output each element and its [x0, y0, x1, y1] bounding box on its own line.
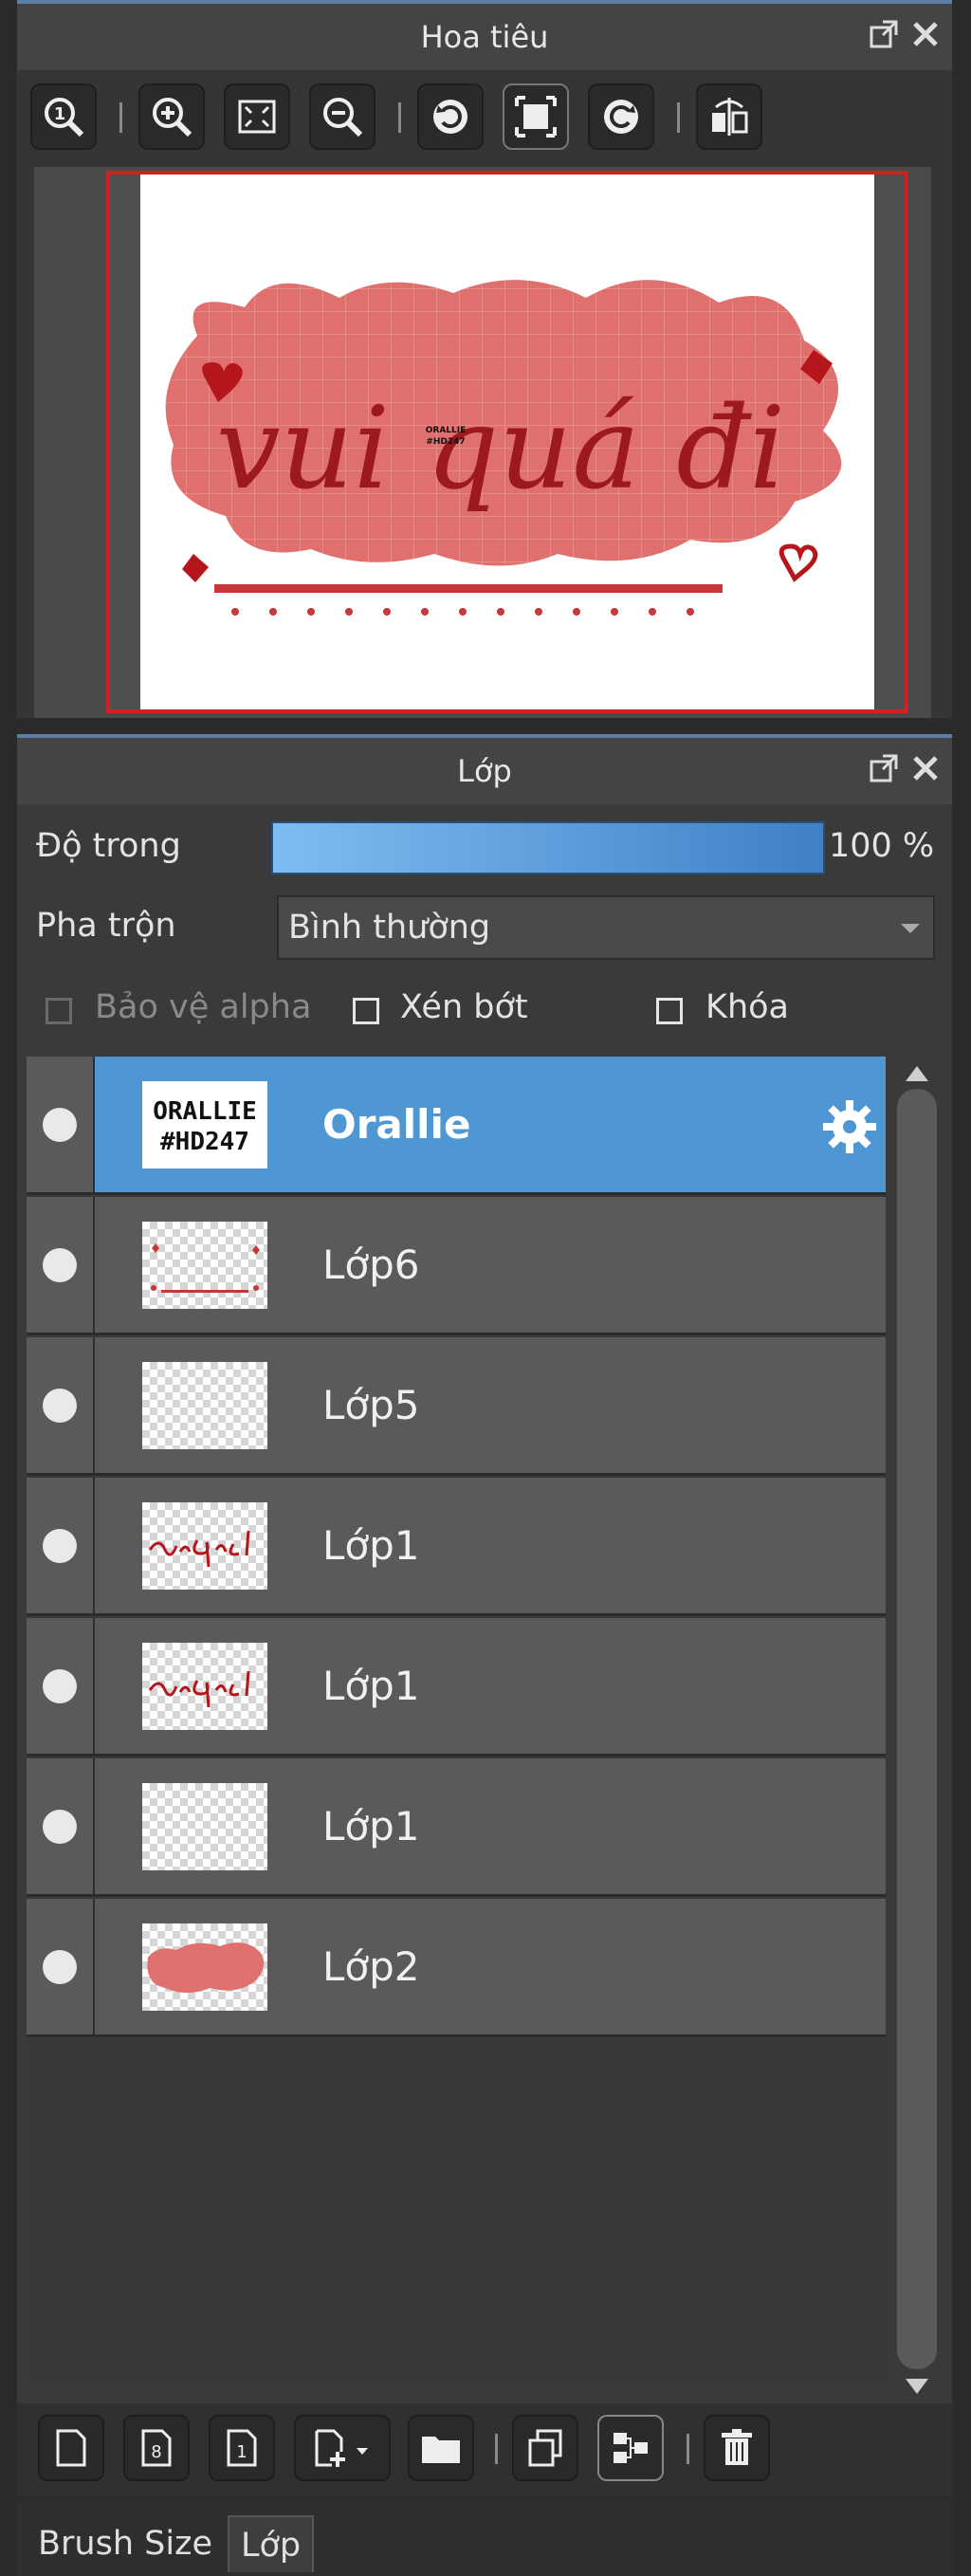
scroll-down-icon[interactable]: [906, 2379, 928, 2394]
blend-mode-value: Bình thường: [288, 909, 491, 947]
canvas-preview: vui quá đi ORALLIE #HD247: [140, 175, 874, 709]
layer-thumbnail: [142, 1923, 267, 2011]
navigator-preview[interactable]: vui quá đi ORALLIE #HD247: [34, 167, 931, 718]
layer-actions-toolbar: 8 1: [17, 2403, 952, 2496]
close-icon[interactable]: [908, 751, 943, 785]
visibility-toggle[interactable]: [27, 1478, 95, 1613]
visibility-icon: [43, 1388, 77, 1423]
visibility-toggle[interactable]: [27, 1057, 95, 1192]
flip-horizontal-icon[interactable]: [696, 83, 762, 150]
clipping-label: Xén bớt: [400, 988, 528, 1026]
layer-name: Lớp5: [322, 1382, 420, 1428]
gear-icon[interactable]: [821, 1098, 878, 1155]
layer-thumbnail: [142, 1222, 267, 1309]
layer-name: Lớp1: [322, 1663, 420, 1709]
undock-icon[interactable]: [867, 17, 901, 51]
protect-alpha-label: Bảo vệ alpha: [95, 988, 312, 1026]
blend-mode-select[interactable]: Bình thường: [277, 895, 935, 960]
layer-row[interactable]: ORALLIE #HD247 Orallie: [27, 1057, 886, 1195]
layer-name: Lớp1: [322, 1803, 420, 1849]
opacity-label: Độ trong: [36, 827, 181, 865]
new-folder-icon[interactable]: [408, 2415, 474, 2481]
visibility-toggle[interactable]: [27, 1337, 95, 1473]
layer-list: ORALLIE #HD247 Orallie Lớp6 Lớp5 Lớp1 Lớ…: [27, 1057, 888, 2384]
view-frame[interactable]: vui quá đi ORALLIE #HD247: [106, 171, 908, 713]
zoom-actual-icon[interactable]: 1: [30, 83, 97, 150]
thumb-line2: #HD247: [160, 1128, 249, 1156]
canvas-tag-line2: #HD247: [426, 437, 465, 447]
clipping-checkbox[interactable]: [353, 998, 379, 1024]
fit-screen-icon[interactable]: [224, 83, 290, 150]
undock-icon[interactable]: [867, 751, 901, 785]
canvas-tag-line1: ORALLIE: [426, 426, 467, 435]
navigator-titlebar: Hoa tiêu: [17, 0, 952, 70]
delete-layer-icon[interactable]: [704, 2415, 770, 2481]
visibility-icon: [43, 1668, 77, 1703]
visibility-icon: [43, 1949, 77, 1984]
scroll-up-icon[interactable]: [906, 1066, 928, 1081]
opacity-value: 100 %: [829, 827, 935, 865]
layers-title: Lớp: [457, 753, 512, 789]
svg-text:8: 8: [151, 2442, 161, 2462]
layers-panel: Lớp Độ trong 100 % Pha trộn Bình thường …: [17, 734, 952, 2496]
zoom-out-icon[interactable]: [309, 83, 376, 150]
layer-list-scrollbar[interactable]: [893, 1057, 941, 2403]
svg-text:1: 1: [54, 104, 66, 124]
layer-row[interactable]: Lớp5: [27, 1337, 886, 1476]
close-icon[interactable]: [908, 17, 943, 51]
visibility-toggle[interactable]: [27, 1618, 95, 1754]
layer-thumbnail: ORALLIE #HD247: [142, 1081, 267, 1168]
layer-name: Lớp2: [322, 1943, 420, 1990]
navigator-toolbar: 1: [17, 78, 952, 157]
layer-name: Lớp1: [322, 1522, 420, 1569]
scrollbar-thumb[interactable]: [897, 1089, 937, 2369]
layer-thumbnail: [142, 1643, 267, 1730]
panel-tabs: Brush Size Lớp: [17, 2500, 952, 2576]
blend-label: Pha trộn: [36, 907, 176, 945]
lock-label: Khóa: [705, 988, 789, 1026]
layers-titlebar: Lớp: [17, 734, 952, 804]
new-1bit-layer-icon[interactable]: 1: [209, 2415, 275, 2481]
lock-checkbox[interactable]: [656, 998, 683, 1024]
layer-name: Lớp6: [322, 1242, 420, 1288]
layer-thumbnail: [142, 1502, 267, 1590]
layer-row[interactable]: Lớp2: [27, 1899, 886, 2037]
layer-row[interactable]: Lớp6: [27, 1197, 886, 1335]
zoom-in-icon[interactable]: [138, 83, 205, 150]
visibility-icon: [43, 1247, 77, 1282]
duplicate-layer-icon[interactable]: [512, 2415, 578, 2481]
canvas-text: vui quá đi: [216, 383, 786, 515]
rotate-left-icon[interactable]: [417, 83, 484, 150]
svg-text:1: 1: [236, 2442, 247, 2462]
visibility-icon: [43, 1809, 77, 1844]
chevron-down-icon: [901, 924, 920, 933]
new-layer-icon[interactable]: [38, 2415, 104, 2481]
layer-row[interactable]: Lớp1: [27, 1618, 886, 1757]
new-8bit-layer-icon[interactable]: 8: [123, 2415, 190, 2481]
reset-view-icon[interactable]: [503, 83, 569, 150]
visibility-toggle[interactable]: [27, 1197, 95, 1333]
visibility-icon: [43, 1107, 77, 1142]
visibility-toggle[interactable]: [27, 1899, 95, 2034]
visibility-toggle[interactable]: [27, 1758, 95, 1894]
thumb-line1: ORALLIE: [153, 1097, 257, 1126]
visibility-icon: [43, 1528, 77, 1563]
layer-thumbnail: [142, 1783, 267, 1870]
protect-alpha-checkbox[interactable]: [46, 998, 72, 1024]
tab-layers[interactable]: Lớp: [228, 2515, 315, 2572]
layer-name: Orallie: [322, 1101, 471, 1148]
navigator-panel: Hoa tiêu 1 vui quá đi ORALLIE #HD247: [17, 0, 952, 718]
layer-thumbnail: [142, 1362, 267, 1449]
tab-brush-size[interactable]: Brush Size: [27, 2515, 224, 2572]
rotate-right-icon[interactable]: [588, 83, 654, 150]
opacity-slider[interactable]: [271, 821, 825, 874]
navigator-title: Hoa tiêu: [420, 19, 549, 55]
merge-down-icon[interactable]: [597, 2415, 664, 2481]
layer-row[interactable]: Lớp1: [27, 1478, 886, 1616]
add-layer-menu-icon[interactable]: [294, 2415, 391, 2481]
layer-row[interactable]: Lớp1: [27, 1758, 886, 1897]
